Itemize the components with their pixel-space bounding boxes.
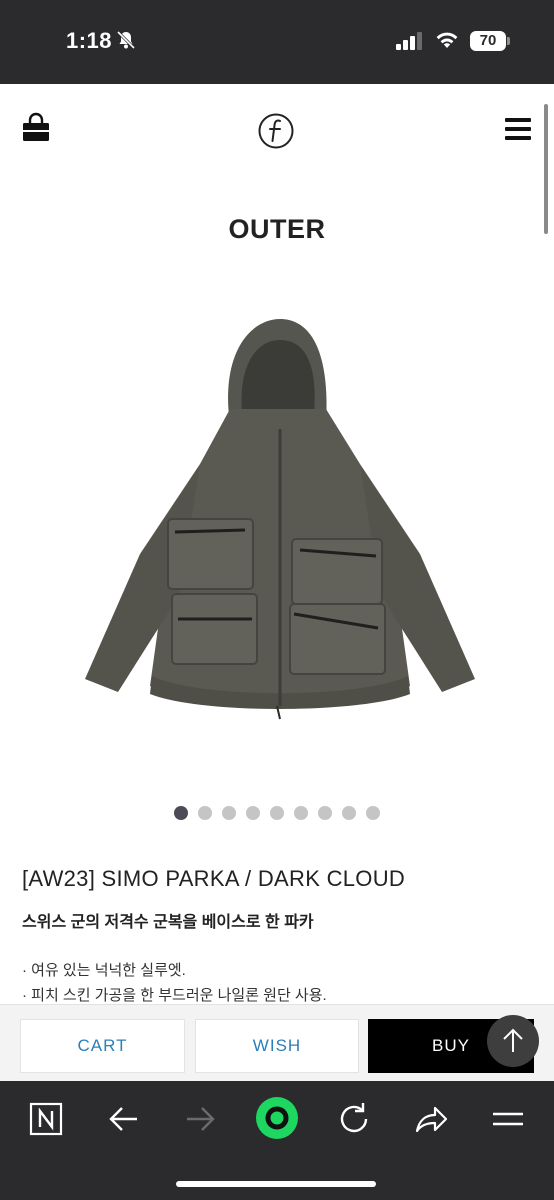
home-indicator (176, 1181, 376, 1187)
image-carousel-dots (174, 806, 380, 820)
status-bar: 1:18 70 (0, 0, 554, 84)
web-page: OUTER [AW23] SIMO PARKA / DARK CLOUD 스위스… (0, 84, 554, 1081)
purchase-action-bar: CART WISH BUY (0, 1004, 554, 1081)
feature-item: · 여유 있는 넉넉한 실루엣. (22, 962, 186, 979)
cart-button[interactable]: CART (20, 1019, 185, 1073)
carousel-dot[interactable] (342, 806, 356, 820)
reload-icon[interactable] (334, 1099, 374, 1139)
product-name: [AW23] SIMO PARKA / DARK CLOUD (22, 866, 406, 891)
category-title: OUTER (228, 214, 326, 244)
menu-lines-icon[interactable] (488, 1099, 528, 1139)
carousel-dot[interactable] (318, 806, 332, 820)
carousel-dot[interactable] (174, 806, 188, 820)
forward-arrow-icon (187, 1107, 215, 1131)
carousel-dot[interactable] (294, 806, 308, 820)
brand-logo-icon[interactable] (257, 112, 295, 150)
green-circle-icon[interactable] (255, 1096, 299, 1140)
battery-tip (507, 37, 510, 45)
shopping-bag-icon[interactable] (20, 112, 52, 144)
carousel-dot[interactable] (246, 806, 260, 820)
wifi-icon (436, 32, 458, 48)
carousel-dot[interactable] (198, 806, 212, 820)
browser-toolbar (0, 1081, 554, 1200)
scroll-to-top-button[interactable] (487, 1015, 539, 1067)
wish-button[interactable]: WISH (195, 1019, 359, 1073)
product-features: · 여유 있는 넉넉한 실루엣. · 피치 스킨 가공을 한 부드러운 나일론 … (22, 958, 327, 1008)
back-arrow-icon[interactable] (104, 1099, 144, 1139)
status-time: 1:18 (66, 28, 113, 53)
hamburger-menu-icon[interactable] (505, 118, 531, 140)
product-tagline: 스위스 군의 저격수 군복을 베이스로 한 파카 (22, 914, 314, 931)
mute-icon (116, 30, 136, 50)
n-icon[interactable] (26, 1099, 66, 1139)
arrow-up-icon (503, 1028, 523, 1052)
battery-level: 70 (470, 31, 506, 51)
signal-icon (396, 32, 422, 50)
site-header (0, 84, 554, 184)
share-icon[interactable] (411, 1099, 451, 1139)
product-image-parka[interactable] (80, 314, 480, 754)
carousel-dot[interactable] (270, 806, 284, 820)
carousel-dot[interactable] (366, 806, 380, 820)
carousel-dot[interactable] (222, 806, 236, 820)
